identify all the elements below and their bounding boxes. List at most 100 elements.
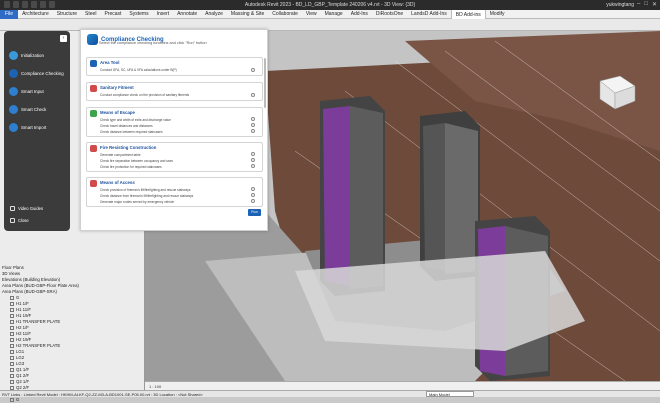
card-title: Sanitary Fitment <box>100 85 134 90</box>
view-icon <box>10 356 14 360</box>
nav-smart-input[interactable]: Smart Input <box>9 87 44 96</box>
initialization-icon <box>9 51 18 60</box>
tab-bd-add-ins[interactable]: BD Add-ins <box>450 9 486 19</box>
nav-label: Smart Import <box>21 125 47 130</box>
plugin-side-nav: ‹ Initialization Compliance Checking Sma… <box>4 31 70 231</box>
card-line: Generate compartment table <box>100 153 141 157</box>
tab-annotate[interactable]: Annotate <box>173 11 201 17</box>
card-line: Check type and width of exits and discha… <box>100 118 171 122</box>
view-icon <box>10 314 14 318</box>
area-tool-icon <box>90 60 97 67</box>
tab-systems[interactable]: Systems <box>125 11 152 17</box>
smart-import-icon <box>9 123 18 132</box>
run-button[interactable]: Run <box>248 209 261 216</box>
user-name[interactable]: yukwingtang <box>606 2 634 8</box>
option-radio[interactable] <box>251 193 255 197</box>
option-radio[interactable] <box>251 199 255 203</box>
option-radio[interactable] <box>251 123 255 127</box>
card-line: Check distance between required staircas… <box>100 130 163 134</box>
view-icon <box>10 296 14 300</box>
card-means-of-access[interactable]: Means of Access Check provision of firem… <box>86 177 263 207</box>
tab-view[interactable]: View <box>302 11 321 17</box>
tree-item[interactable]: G <box>2 397 145 403</box>
status-message: RVT Links : Linked Revit Model : HKHM-AL… <box>2 392 203 397</box>
tab-add-ins[interactable]: Add-Ins <box>347 11 372 17</box>
card-sanitary-fitment[interactable]: Sanitary Fitment Conduct compliance chec… <box>86 82 263 101</box>
smart-check-icon <box>9 105 18 114</box>
option-radio[interactable] <box>251 93 255 97</box>
close-window-icon[interactable]: ✕ <box>652 1 657 8</box>
nav-initialization[interactable]: Initialization <box>9 51 44 60</box>
tab-insert[interactable]: Insert <box>153 11 174 17</box>
card-line: Check provision of fireman's lift/firefi… <box>100 188 191 192</box>
view-icon <box>10 308 14 312</box>
tab-massing-site[interactable]: Massing & Site <box>227 11 268 17</box>
view-icon <box>10 350 14 354</box>
view-icon <box>10 332 14 336</box>
view-icon <box>10 302 14 306</box>
nav-label: Smart Check <box>21 107 47 112</box>
tab-precast[interactable]: Precast <box>100 11 125 17</box>
card-area-tool[interactable]: Area Tool Conduct GFA, SC, UFA & VFA cal… <box>86 57 263 76</box>
close-label: Close <box>18 218 29 223</box>
nav-smart-import[interactable]: Smart Import <box>9 123 46 132</box>
card-fire-resisting-construction[interactable]: Fire Resisting Construction Generate com… <box>86 142 263 172</box>
view-scale[interactable]: 1 : 100 <box>149 384 161 389</box>
fire-icon <box>90 145 97 152</box>
tab-architecture[interactable]: Architecture <box>18 11 53 17</box>
card-title: Means of Access <box>100 180 135 185</box>
view-icon <box>10 326 14 330</box>
option-radio[interactable] <box>251 68 255 72</box>
panel-scrollbar[interactable] <box>264 58 266 108</box>
option-radio[interactable] <box>251 129 255 133</box>
smart-input-icon <box>9 87 18 96</box>
tab-manage[interactable]: Manage <box>321 11 347 17</box>
exit-icon <box>10 218 15 223</box>
close-plugin-button[interactable]: Close <box>10 218 29 223</box>
main-model-dropdown[interactable]: Main Model <box>426 391 474 397</box>
view-icon <box>10 320 14 324</box>
view-control-bar[interactable]: 1 : 100 <box>145 381 660 390</box>
card-line: Check distance from fireman's lift/firef… <box>100 194 194 198</box>
maximize-icon[interactable]: □ <box>644 1 648 8</box>
nav-label: Smart Input <box>21 89 44 94</box>
card-line: Check fire protection for required stair… <box>100 165 162 169</box>
tab-dirootsone[interactable]: DiRootsOne <box>372 11 407 17</box>
card-means-of-escape[interactable]: Means of Escape Check type and width of … <box>86 107 263 137</box>
tab-file[interactable]: File <box>0 9 19 19</box>
view-icon <box>10 344 14 348</box>
window-controls[interactable]: – □ ✕ <box>637 1 657 8</box>
nav-smart-check[interactable]: Smart Check <box>9 105 46 114</box>
tab-steel[interactable]: Steel <box>81 11 100 17</box>
video-guides-button[interactable]: Video Guides <box>10 206 43 211</box>
tab-structure[interactable]: Structure <box>53 11 81 17</box>
window-title: Autodesk Revit 2023 - BD_LD_GBP_Template… <box>244 2 416 8</box>
tab-modify[interactable]: Modify <box>486 11 509 17</box>
tab-landsd-add-ins[interactable]: LandsD Add-Ins <box>407 11 451 17</box>
nav-label: Compliance Checking <box>21 71 64 76</box>
nav-compliance-checking[interactable]: Compliance Checking <box>9 69 64 78</box>
access-icon <box>90 180 97 187</box>
option-radio[interactable] <box>251 187 255 191</box>
title-bar: Autodesk Revit 2023 - BD_LD_GBP_Template… <box>0 0 660 10</box>
compliance-panel: Compliance Checking Select the complianc… <box>80 29 268 231</box>
view-icon <box>10 362 14 366</box>
browser-tree: Floor Plans 3D Views Elevations (Buildin… <box>2 265 145 403</box>
option-radio[interactable] <box>251 158 255 162</box>
option-radio[interactable] <box>251 164 255 168</box>
view-icon <box>10 380 14 384</box>
option-radio[interactable] <box>251 117 255 121</box>
collapse-nav-button[interactable]: ‹ <box>60 35 67 42</box>
card-line: Check fire separation between occupancy … <box>100 159 174 163</box>
panel-subtitle: Select the compliance checking functions… <box>99 41 207 45</box>
minimize-icon[interactable]: – <box>637 1 640 8</box>
option-radio[interactable] <box>251 152 255 156</box>
card-line: Generate major routes served by emergenc… <box>100 200 175 204</box>
video-guides-label: Video Guides <box>18 206 44 211</box>
tab-analyze[interactable]: Analyze <box>201 11 227 17</box>
tree-item-label: Area Plans (BUD-GBP-SRA) <box>2 289 57 294</box>
card-title: Fire Resisting Construction <box>100 145 157 150</box>
tree-item-label: G <box>16 397 20 402</box>
tab-collaborate[interactable]: Collaborate <box>268 11 302 17</box>
card-line: Conduct GFA, SC, UFA & VFA calculations … <box>100 68 177 72</box>
